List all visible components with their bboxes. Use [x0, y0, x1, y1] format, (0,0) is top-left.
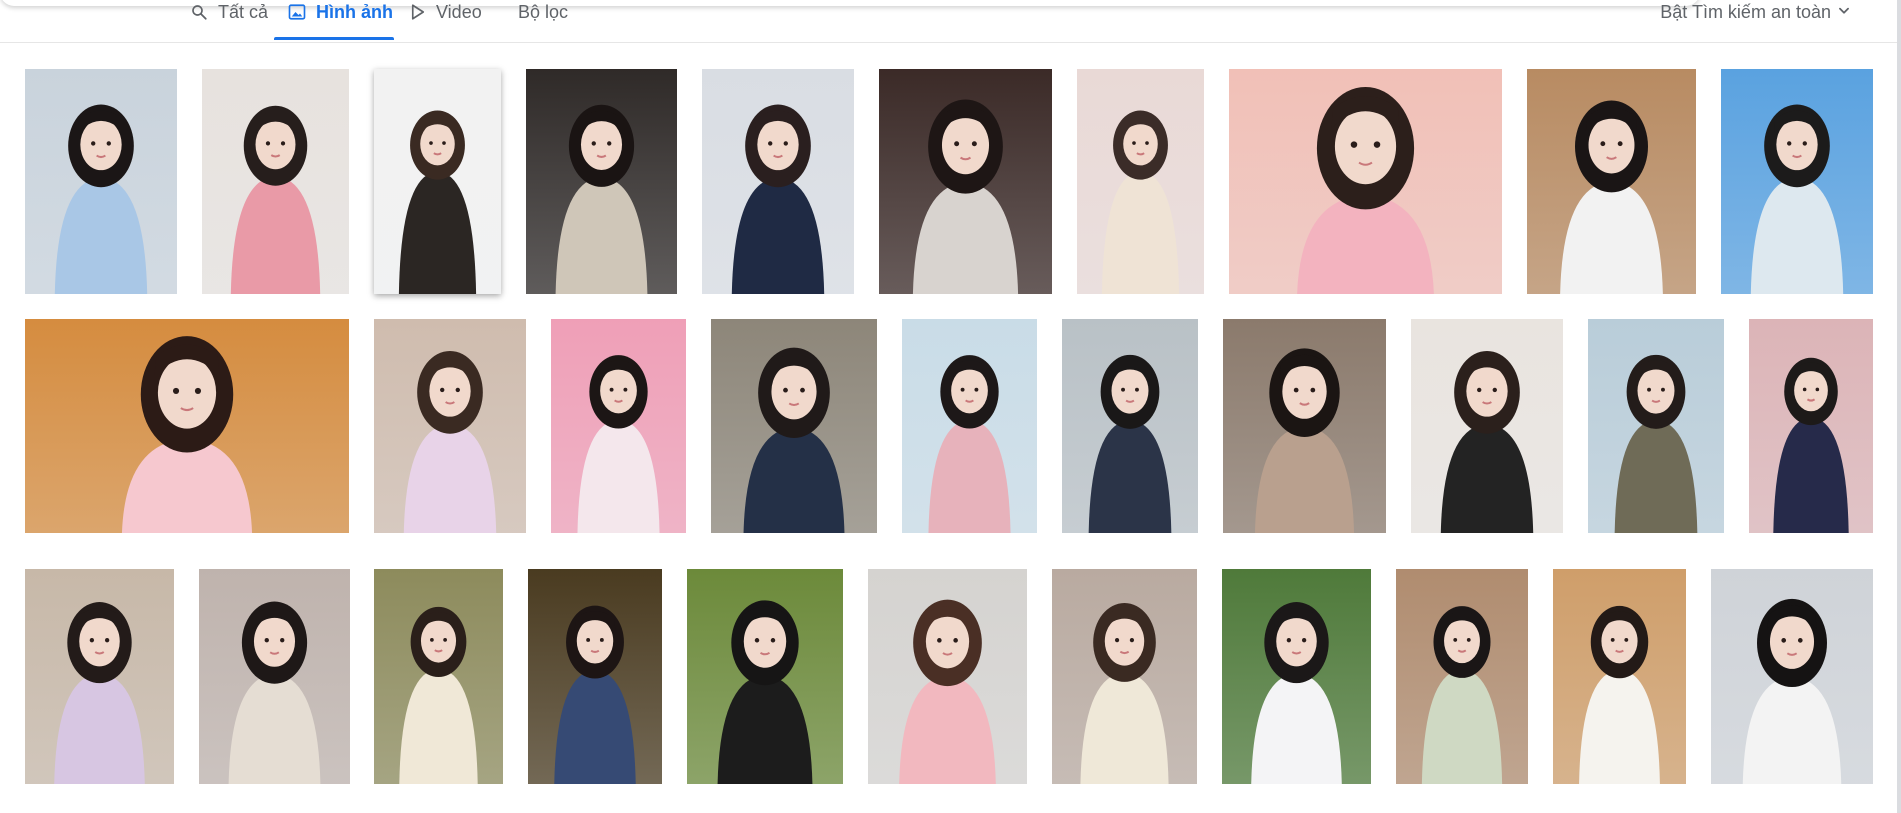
- image-result[interactable]: [702, 69, 854, 294]
- image-thumbnail: [1223, 319, 1386, 533]
- image-thumbnail: [1711, 569, 1873, 784]
- image-result[interactable]: [711, 319, 877, 533]
- image-result[interactable]: [551, 319, 686, 533]
- image-result[interactable]: [1711, 569, 1873, 784]
- image-thumbnail: [879, 69, 1052, 294]
- image-thumbnail: [374, 69, 501, 294]
- image-thumbnail: [1229, 69, 1502, 294]
- image-thumbnail: [1721, 69, 1873, 294]
- search-tabs-bar: Tất cả Hình ảnh Video Bộ lọc Bật Tìm kiế…: [0, 0, 1901, 43]
- search-icon: [190, 3, 208, 21]
- image-result[interactable]: [1553, 569, 1686, 784]
- image-result[interactable]: [1052, 569, 1197, 784]
- image-results-grid: [0, 0, 1901, 813]
- image-result[interactable]: [374, 569, 503, 784]
- image-result[interactable]: [1749, 319, 1873, 533]
- image-result[interactable]: [25, 319, 349, 533]
- image-result[interactable]: [374, 319, 526, 533]
- chevron-down-icon: [1837, 2, 1851, 23]
- image-thumbnail: [1222, 569, 1371, 784]
- image-thumbnail: [868, 569, 1027, 784]
- image-thumbnail: [1411, 319, 1563, 533]
- image-result[interactable]: [1229, 69, 1502, 294]
- active-tab-indicator: [274, 37, 394, 40]
- image-thumbnail: [25, 69, 177, 294]
- tab-filters[interactable]: Bộ lọc: [518, 2, 568, 22]
- image-icon: [288, 3, 306, 21]
- image-result[interactable]: [202, 69, 349, 294]
- tab-label: Bộ lọc: [518, 1, 569, 22]
- image-result[interactable]: [1527, 69, 1696, 294]
- image-thumbnail: [1396, 569, 1528, 784]
- image-thumbnail: [1553, 569, 1686, 784]
- image-thumbnail: [902, 319, 1037, 533]
- image-result[interactable]: [374, 69, 501, 294]
- image-thumbnail: [25, 569, 174, 784]
- image-thumbnail: [25, 319, 349, 533]
- image-thumbnail: [1527, 69, 1696, 294]
- image-thumbnail: [526, 69, 677, 294]
- safe-search-toggle[interactable]: Bật Tìm kiếm an toàn: [1660, 2, 1851, 22]
- image-result[interactable]: [1396, 569, 1528, 784]
- image-thumbnail: [199, 569, 350, 784]
- image-result[interactable]: [1588, 319, 1724, 533]
- image-result[interactable]: [199, 569, 350, 784]
- tab-all[interactable]: Tất cả: [190, 2, 268, 22]
- image-thumbnail: [1062, 319, 1198, 533]
- image-result[interactable]: [1062, 319, 1198, 533]
- image-thumbnail: [528, 569, 662, 784]
- tab-label: Hình ảnh: [316, 1, 393, 22]
- image-result[interactable]: [1721, 69, 1873, 294]
- image-result[interactable]: [25, 569, 174, 784]
- image-result[interactable]: [1411, 319, 1563, 533]
- image-result[interactable]: [1222, 569, 1371, 784]
- image-thumbnail: [374, 319, 526, 533]
- image-thumbnail: [1588, 319, 1724, 533]
- tab-label: Video: [436, 1, 482, 22]
- image-thumbnail: [374, 569, 503, 784]
- tab-label: Tất cả: [218, 1, 269, 22]
- image-result[interactable]: [1077, 69, 1204, 294]
- image-thumbnail: [1749, 319, 1873, 533]
- image-result[interactable]: [25, 69, 177, 294]
- image-result[interactable]: [528, 569, 662, 784]
- image-thumbnail: [551, 319, 686, 533]
- play-icon: [410, 3, 426, 21]
- safe-search-label: Bật Tìm kiếm an toàn: [1660, 1, 1831, 22]
- image-result[interactable]: [687, 569, 843, 784]
- tab-video[interactable]: Video: [410, 2, 482, 22]
- image-result[interactable]: [879, 69, 1052, 294]
- image-result[interactable]: [868, 569, 1027, 784]
- image-thumbnail: [1077, 69, 1204, 294]
- image-thumbnail: [687, 569, 843, 784]
- image-result[interactable]: [1223, 319, 1386, 533]
- image-thumbnail: [711, 319, 877, 533]
- image-thumbnail: [702, 69, 854, 294]
- image-thumbnail: [202, 69, 349, 294]
- image-result[interactable]: [902, 319, 1037, 533]
- image-thumbnail: [1052, 569, 1197, 784]
- image-result[interactable]: [526, 69, 677, 294]
- scrollbar[interactable]: [1897, 0, 1901, 813]
- tab-images[interactable]: Hình ảnh: [288, 2, 393, 22]
